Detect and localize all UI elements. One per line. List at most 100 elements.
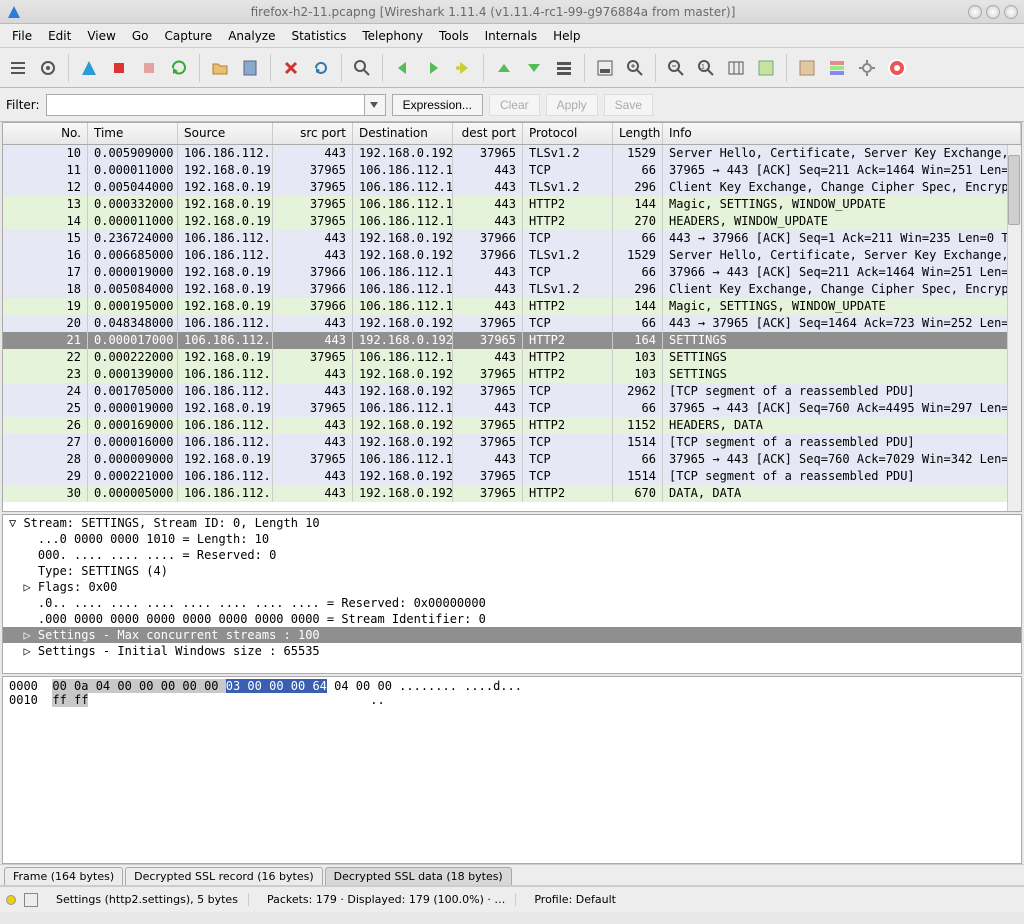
packet-row[interactable]: 280.000009000192.168.0.1937965106.186.11… (3, 451, 1021, 468)
filter-dropdown-button[interactable] (364, 94, 386, 116)
detail-line[interactable]: .0.. .... .... .... .... .... .... .... … (3, 595, 1021, 611)
options-icon[interactable] (34, 54, 62, 82)
packet-row[interactable]: 240.001705000106.186.112.443192.168.0.19… (3, 383, 1021, 400)
find-icon[interactable] (348, 54, 376, 82)
detail-line-selected[interactable]: ▷ Settings - Max concurrent streams : 10… (3, 627, 1021, 643)
stop-capture-icon[interactable] (135, 54, 163, 82)
display-filters-icon[interactable] (793, 54, 821, 82)
detail-line[interactable]: Type: SETTINGS (4) (3, 563, 1021, 579)
reload-icon[interactable] (307, 54, 335, 82)
detail-line[interactable]: ...0 0000 0000 1010 = Length: 10 (3, 531, 1021, 547)
menu-file[interactable]: File (4, 26, 40, 46)
coloring-rules-icon[interactable] (823, 54, 851, 82)
menu-go[interactable]: Go (124, 26, 157, 46)
packet-row[interactable]: 170.000019000192.168.0.1937966106.186.11… (3, 264, 1021, 281)
list-icon[interactable] (4, 54, 32, 82)
save-button[interactable]: Save (604, 94, 653, 116)
fin-icon[interactable] (75, 54, 103, 82)
capture-filters-icon[interactable] (752, 54, 780, 82)
packet-row[interactable]: 290.000221000106.186.112.443192.168.0.19… (3, 468, 1021, 485)
packet-row[interactable]: 120.005044000192.168.0.1937965106.186.11… (3, 179, 1021, 196)
packet-list-header[interactable]: No. Time Source src port Destination des… (3, 123, 1021, 145)
col-length[interactable]: Length (613, 123, 663, 144)
hex-bytes-selected[interactable]: 03 00 00 00 64 (226, 679, 327, 693)
hex-bytes[interactable]: ff ff (52, 693, 88, 707)
packet-details[interactable]: ▽ Stream: SETTINGS, Stream ID: 0, Length… (2, 514, 1022, 674)
detail-line[interactable]: ▷ Settings - Initial Windows size : 6553… (3, 643, 1021, 659)
jump-icon[interactable] (449, 54, 477, 82)
detail-line[interactable]: .000 0000 0000 0000 0000 0000 0000 0000 … (3, 611, 1021, 627)
packet-row[interactable]: 180.005084000192.168.0.1937966106.186.11… (3, 281, 1021, 298)
col-source[interactable]: Source (178, 123, 273, 144)
packet-row[interactable]: 110.000011000192.168.0.1937965106.186.11… (3, 162, 1021, 179)
packet-row[interactable]: 160.006685000106.186.112.443192.168.0.19… (3, 247, 1021, 264)
scrollbar-thumb[interactable] (1008, 155, 1020, 225)
menu-internals[interactable]: Internals (477, 26, 546, 46)
packet-row[interactable]: 190.000195000192.168.0.1937966106.186.11… (3, 298, 1021, 315)
packet-row[interactable]: 140.000011000192.168.0.1937965106.186.11… (3, 213, 1021, 230)
col-dstport[interactable]: dest port (453, 123, 523, 144)
packet-row[interactable]: 260.000169000106.186.112.443192.168.0.19… (3, 417, 1021, 434)
apply-button[interactable]: Apply (546, 94, 598, 116)
col-destination[interactable]: Destination (353, 123, 453, 144)
filter-input[interactable] (46, 94, 364, 116)
preferences-icon[interactable] (853, 54, 881, 82)
close-icon[interactable] (277, 54, 305, 82)
packet-row[interactable]: 230.000139000106.186.112.443192.168.0.19… (3, 366, 1021, 383)
go-first-icon[interactable] (490, 54, 518, 82)
menu-analyze[interactable]: Analyze (220, 26, 283, 46)
packet-row[interactable]: 200.048348000106.186.112.443192.168.0.19… (3, 315, 1021, 332)
packet-row[interactable]: 150.236724000106.186.112.443192.168.0.19… (3, 230, 1021, 247)
comment-icon[interactable] (24, 893, 38, 907)
clear-button[interactable]: Clear (489, 94, 540, 116)
menu-help[interactable]: Help (545, 26, 588, 46)
expression-button[interactable]: Expression... (392, 94, 483, 116)
detail-line[interactable]: 000. .... .... .... = Reserved: 0 (3, 547, 1021, 563)
close-icon[interactable] (1004, 5, 1018, 19)
hex-bytes[interactable]: 04 00 00 (327, 679, 392, 693)
packet-row[interactable]: 100.005909000106.186.112.443192.168.0.19… (3, 145, 1021, 162)
col-srcport[interactable]: src port (273, 123, 353, 144)
packet-row[interactable]: 220.000222000192.168.0.1937965106.186.11… (3, 349, 1021, 366)
col-protocol[interactable]: Protocol (523, 123, 613, 144)
packet-row[interactable]: 250.000019000192.168.0.1937965106.186.11… (3, 400, 1021, 417)
col-info[interactable]: Info (663, 123, 1021, 144)
help-icon[interactable] (883, 54, 911, 82)
packet-row[interactable]: 300.000005000106.186.112.443192.168.0.19… (3, 485, 1021, 502)
menu-statistics[interactable]: Statistics (283, 26, 354, 46)
packet-bytes[interactable]: 0000 00 0a 04 00 00 00 00 00 03 00 00 00… (2, 676, 1022, 864)
save-icon[interactable] (236, 54, 264, 82)
maximize-icon[interactable] (986, 5, 1000, 19)
menu-edit[interactable]: Edit (40, 26, 79, 46)
open-icon[interactable] (206, 54, 234, 82)
detail-line[interactable]: ▽ Stream: SETTINGS, Stream ID: 0, Length… (3, 515, 1021, 531)
expert-info-icon[interactable] (6, 895, 16, 905)
resize-columns-icon[interactable] (722, 54, 750, 82)
zoom-reset-icon[interactable]: 1 (692, 54, 720, 82)
detail-line[interactable]: ▷ Flags: 0x00 (3, 579, 1021, 595)
packet-row[interactable]: 130.000332000192.168.0.1937965106.186.11… (3, 196, 1021, 213)
menu-capture[interactable]: Capture (156, 26, 220, 46)
packet-scrollbar[interactable] (1007, 145, 1021, 511)
packet-row[interactable]: 270.000016000106.186.112.443192.168.0.19… (3, 434, 1021, 451)
zoom-out-icon[interactable] (662, 54, 690, 82)
colorize-icon[interactable] (550, 54, 578, 82)
menu-telephony[interactable]: Telephony (354, 26, 431, 46)
col-no[interactable]: No. (3, 123, 88, 144)
go-last-icon[interactable] (520, 54, 548, 82)
tab-frame[interactable]: Frame (164 bytes) (4, 867, 123, 885)
auto-scroll-icon[interactable] (591, 54, 619, 82)
status-profile[interactable]: Profile: Default (524, 893, 626, 906)
packet-row[interactable]: 210.000017000106.186.112.443192.168.0.19… (3, 332, 1021, 349)
hex-bytes[interactable]: 00 0a 04 00 00 00 00 00 (52, 679, 225, 693)
go-forward-icon[interactable] (419, 54, 447, 82)
col-time[interactable]: Time (88, 123, 178, 144)
tab-decrypted-data[interactable]: Decrypted SSL data (18 bytes) (325, 867, 512, 885)
go-back-icon[interactable] (389, 54, 417, 82)
zoom-in-icon[interactable] (621, 54, 649, 82)
menu-tools[interactable]: Tools (431, 26, 477, 46)
restart-capture-icon[interactable] (165, 54, 193, 82)
tab-decrypted-record[interactable]: Decrypted SSL record (16 bytes) (125, 867, 322, 885)
start-capture-icon[interactable] (105, 54, 133, 82)
menu-view[interactable]: View (79, 26, 123, 46)
